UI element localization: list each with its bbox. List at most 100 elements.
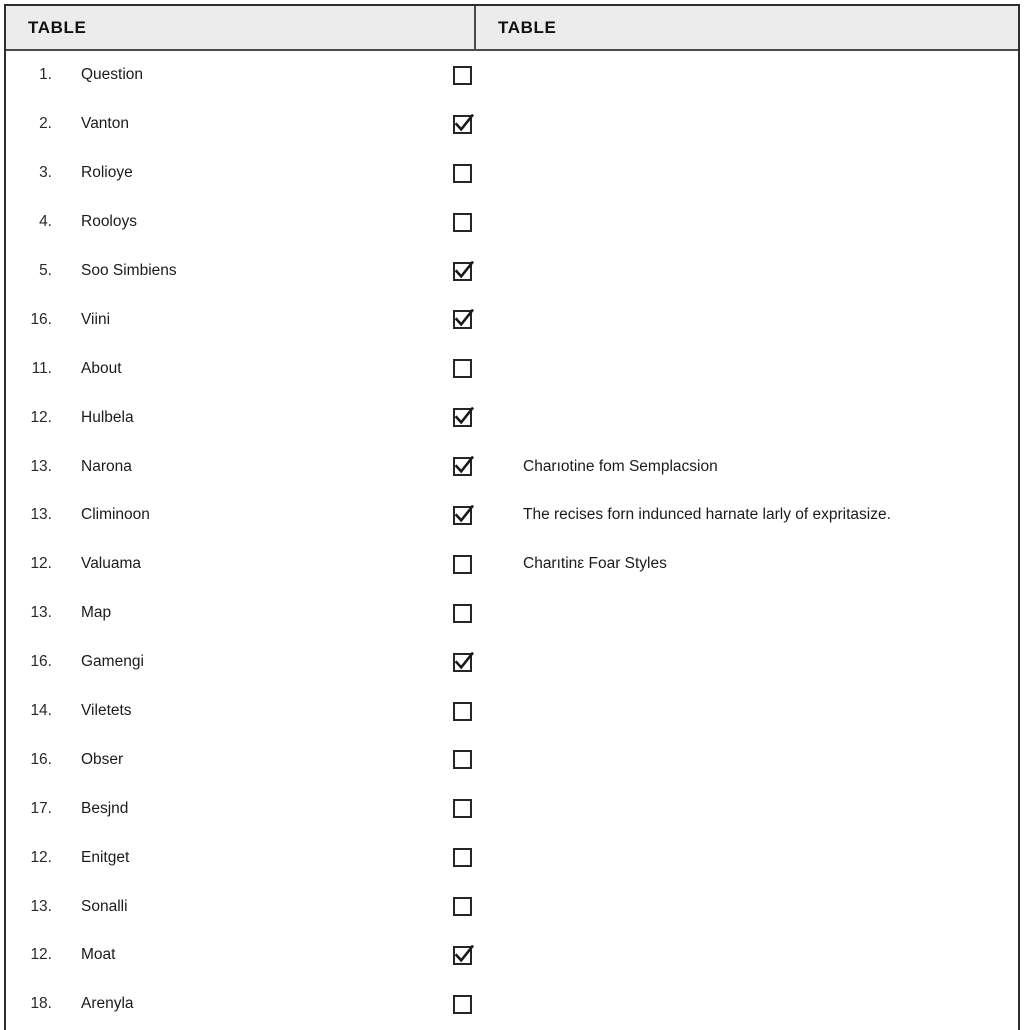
row-checkbox-cell (430, 504, 494, 525)
table-header-title-left: TABLE (28, 17, 87, 37)
table-row: 18. Arenyla (6, 980, 1018, 1029)
row-index: 12. (30, 946, 52, 964)
checkbox-unchecked-icon[interactable] (452, 701, 472, 721)
row-label: Viini (81, 310, 111, 328)
row-index: 4. (39, 213, 52, 231)
checkbox-unchecked-icon[interactable] (452, 799, 472, 819)
table-row: 12. Enitget (6, 833, 1018, 882)
row-label: Moat (81, 946, 116, 964)
row-label: Climinoon (81, 506, 150, 524)
row-label: Hulbela (81, 408, 134, 426)
checkbox-checked-icon[interactable] (452, 309, 474, 330)
table-row: 16. Gamengi (6, 638, 1018, 687)
row-label: Gamengi (81, 653, 144, 671)
row-checkbox-cell (430, 994, 494, 1014)
table-row: 1. Question (6, 51, 1018, 100)
row-checkbox-cell (430, 944, 494, 965)
row-label: Obser (81, 750, 124, 768)
table-header-row: TABLE TABLE (6, 6, 1018, 51)
checkbox-unchecked-icon[interactable] (452, 554, 472, 574)
row-checkbox-cell (430, 309, 494, 330)
checkbox-checked-icon[interactable] (452, 651, 474, 672)
row-index: 12. (30, 555, 52, 573)
row-index: 16. (30, 653, 52, 671)
row-label: Vanton (81, 115, 129, 133)
row-checkbox-cell (430, 554, 494, 574)
row-label: Rooloys (81, 213, 137, 231)
row-index: 2. (39, 115, 52, 133)
checkbox-unchecked-icon[interactable] (452, 359, 472, 379)
row-index: 11. (31, 359, 52, 377)
row-label: Besjnd (81, 799, 129, 817)
row-checkbox-cell (430, 359, 494, 379)
checkbox-unchecked-icon[interactable] (452, 65, 472, 85)
row-label: Valuama (81, 555, 142, 573)
checkbox-unchecked-icon[interactable] (452, 603, 472, 623)
row-note: Charıotine fom Semplacsion (523, 457, 718, 475)
row-index: 12. (30, 408, 52, 426)
table-header-title-right: TABLE (498, 17, 557, 37)
row-checkbox-cell (430, 603, 494, 623)
checkbox-checked-icon[interactable] (452, 113, 474, 134)
row-label: Soo Simbiens (81, 262, 177, 279)
table-row: 16. Viini (6, 295, 1018, 344)
checkbox-checked-icon[interactable] (452, 944, 474, 965)
table-row: 13. Map (6, 589, 1018, 638)
table-row: 13. Climinoon The recises forn indunced ha… (6, 491, 1018, 540)
table-row: 13. Sonalli (6, 882, 1018, 931)
row-index: 13. (30, 506, 52, 524)
row-checkbox-cell (430, 455, 494, 477)
row-index: 13. (30, 604, 52, 622)
table-row: 17. Besjnd (6, 784, 1018, 833)
table-body: 1. Question 2. Vanton 3. Rolioye 4. Rooloys 5. So… (6, 51, 1018, 1029)
row-index: 3. (39, 164, 52, 182)
checkbox-checked-icon[interactable] (452, 406, 474, 428)
row-index: 13. (30, 457, 52, 475)
row-checkbox-cell (430, 701, 494, 721)
row-index: 16. (30, 310, 52, 328)
row-label: Question (81, 66, 144, 84)
checkbox-unchecked-icon[interactable] (452, 163, 472, 183)
row-checkbox-cell (430, 406, 494, 428)
row-checkbox-cell (430, 848, 494, 868)
checkbox-unchecked-icon[interactable] (452, 212, 472, 232)
row-checkbox-cell (430, 750, 494, 770)
row-checkbox-cell (430, 65, 494, 85)
checkbox-checked-icon[interactable] (452, 260, 474, 281)
table-row: 12. Moat (6, 931, 1018, 980)
row-label: Sonalli (81, 897, 128, 915)
checkbox-unchecked-icon[interactable] (452, 750, 472, 770)
table-row: 4. Rooloys (6, 198, 1018, 247)
table-row: 2. Vanton (6, 100, 1018, 149)
row-index: 17. (30, 799, 52, 817)
row-index: 13. (30, 897, 52, 915)
table-row: 5. Soo Simbiens (6, 247, 1018, 296)
table-row: 13. Narona Charıotine fom Semplacsion (6, 442, 1018, 491)
checkbox-checked-icon[interactable] (452, 455, 474, 477)
row-checkbox-cell (430, 651, 494, 672)
row-checkbox-cell (430, 897, 494, 917)
row-checkbox-cell (430, 799, 494, 819)
row-label: Viletets (81, 702, 132, 720)
table-row: 12. Valuama Charıtinε Foar Styles (6, 540, 1018, 589)
checkbox-unchecked-icon[interactable] (452, 848, 472, 868)
table-row: 3. Rolioye (6, 149, 1018, 198)
row-label: Enitget (81, 848, 130, 866)
table-row: 16. Obser (6, 735, 1018, 784)
row-note: The recises forn indunced harnate larly … (523, 506, 891, 524)
checkbox-checked-icon[interactable] (452, 504, 474, 525)
row-checkbox-cell (430, 163, 494, 183)
row-index: 1. (39, 66, 52, 84)
row-index: 5. (39, 262, 52, 279)
row-label: Rolioye (81, 164, 133, 182)
checkbox-unchecked-icon[interactable] (452, 994, 472, 1014)
table-header-cell-right: TABLE (476, 6, 1018, 49)
table-row: 11. About (6, 344, 1018, 393)
table-row: 14. Viletets (6, 687, 1018, 736)
row-label: Map (81, 604, 112, 622)
checkbox-unchecked-icon[interactable] (452, 897, 472, 917)
row-note: Charıtinε Foar Styles (523, 555, 667, 573)
row-checkbox-cell (430, 212, 494, 232)
row-checkbox-cell (430, 113, 494, 134)
row-checkbox-cell (430, 260, 494, 281)
